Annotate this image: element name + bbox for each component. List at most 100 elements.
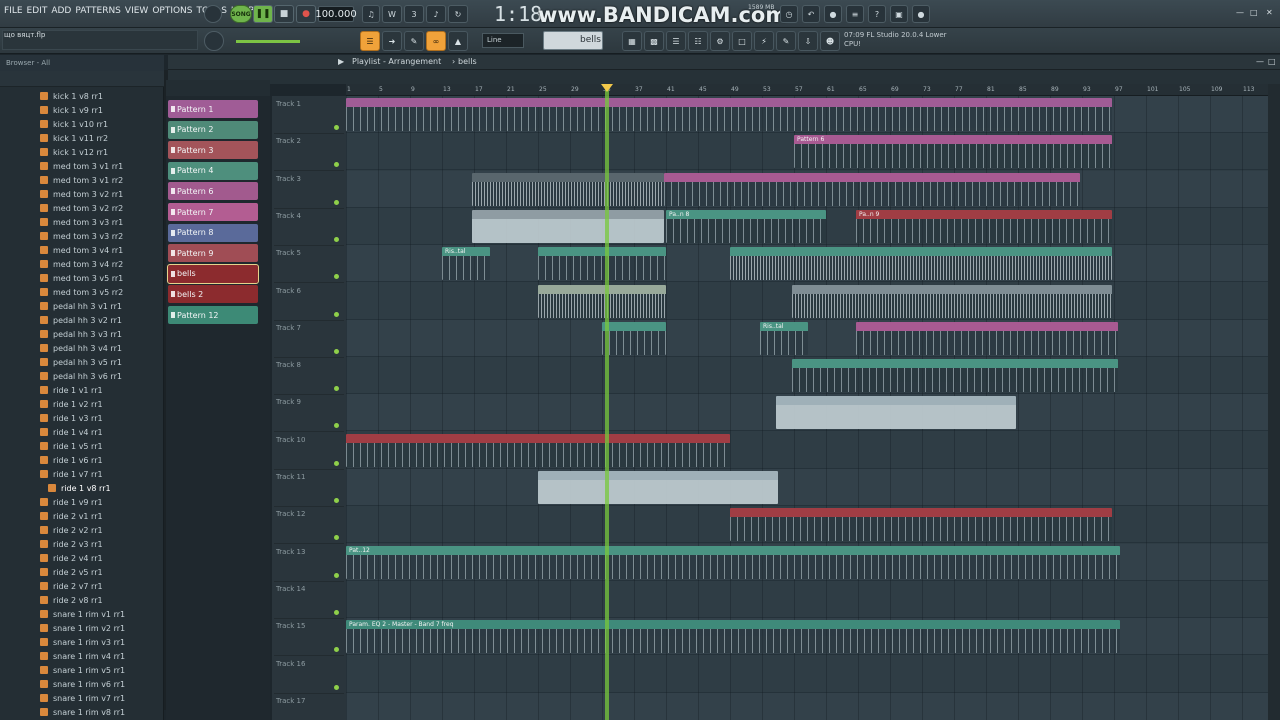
browser-file-item[interactable]: ride 1 v5 rr1: [0, 439, 160, 453]
playlist-clip[interactable]: [792, 359, 1118, 393]
minimize-icon[interactable]: —: [1236, 8, 1244, 17]
tempo-display[interactable]: 100.000: [315, 6, 357, 22]
browser-file-item[interactable]: pedal hh 3 v1 rr1: [0, 299, 160, 313]
playlist-maximize-icon[interactable]: □: [1268, 57, 1276, 66]
play-button[interactable]: ❚❚: [253, 5, 273, 23]
browser-file-item[interactable]: pedal hh 3 v3 rr1: [0, 327, 160, 341]
pattern-picker-item[interactable]: Pattern 8: [168, 223, 258, 242]
browser-file-item[interactable]: ride 1 v7 rr1: [0, 467, 160, 481]
browser-file-item[interactable]: ride 1 v1 rr1: [0, 383, 160, 397]
playlist-clip[interactable]: [792, 284, 1112, 318]
timeline-ruler[interactable]: 1591317212529333741454953576165697377818…: [346, 84, 1268, 96]
track-enable-led-icon[interactable]: [334, 498, 339, 503]
track-lane[interactable]: [346, 656, 1268, 693]
playlist-clip[interactable]: [346, 98, 1112, 131]
pattern-picker-item[interactable]: Pattern 3: [168, 141, 258, 160]
menu-edit[interactable]: EDIT: [27, 6, 48, 16]
browser-file-item[interactable]: med tom 3 v3 rr1: [0, 215, 160, 229]
pattern-picker-item[interactable]: Pattern 2: [168, 120, 258, 139]
playlist-clip[interactable]: [664, 172, 1080, 206]
plug-icon[interactable]: ⚡: [754, 31, 774, 51]
menu-view[interactable]: VIEW: [125, 6, 148, 16]
browser-file-item[interactable]: snare 1 rim v4 rr1: [0, 649, 160, 663]
playlist-icon[interactable]: ☰: [360, 31, 380, 51]
track-enable-led-icon[interactable]: [334, 236, 339, 242]
loop-record-icon[interactable]: ↻: [448, 5, 468, 23]
project-icon[interactable]: □: [732, 31, 752, 51]
link-icon[interactable]: ∞: [426, 31, 446, 51]
playlist-clip[interactable]: [730, 247, 1112, 281]
playlist-clip[interactable]: Pattern 6: [794, 135, 1112, 169]
browser-file-item[interactable]: med tom 3 v3 rr2: [0, 229, 160, 243]
browser-file-item[interactable]: ride 2 v3 rr1: [0, 537, 160, 551]
browser-file-item[interactable]: kick 1 v12 rr1: [0, 145, 160, 159]
track-enable-led-icon[interactable]: [334, 348, 339, 354]
menu-file[interactable]: FILE: [4, 6, 23, 16]
playlist-clip[interactable]: Pa..n 8: [666, 209, 826, 243]
playlist-clip[interactable]: [538, 284, 666, 318]
playlist-clip[interactable]: [346, 433, 730, 467]
wait-input-icon[interactable]: W: [382, 5, 402, 23]
countdown-icon[interactable]: 3: [404, 5, 424, 23]
track-name[interactable]: Track 17: [274, 694, 344, 720]
master-volume-slider[interactable]: [236, 40, 300, 43]
browser-file-item[interactable]: ride 2 v5 rr1: [0, 565, 160, 579]
pattern-picker-item[interactable]: bells 2: [168, 285, 258, 304]
pattern-picker-item[interactable]: Pattern 7: [168, 203, 258, 221]
browser-file-item[interactable]: ride 1 v4 rr1: [0, 425, 160, 439]
browser-file-item[interactable]: med tom 3 v1 rr2: [0, 173, 160, 187]
browser-file-item[interactable]: kick 1 v11 rr2: [0, 131, 160, 145]
piano-roll-icon[interactable]: ▩: [644, 31, 664, 51]
pattern-selector[interactable]: bells: [543, 31, 603, 50]
mixer-icon[interactable]: ≡: [846, 5, 864, 23]
metronome-icon[interactable]: ♫: [362, 5, 380, 23]
browser-file-item[interactable]: pedal hh 3 v5 rr1: [0, 355, 160, 369]
undo-icon[interactable]: ↶: [802, 5, 820, 23]
track-enable-led-icon[interactable]: [334, 311, 339, 317]
menu-options[interactable]: OPTIONS: [152, 6, 192, 16]
browser-file-item[interactable]: pedal hh 3 v6 rr1: [0, 369, 160, 383]
browser-file-item[interactable]: med tom 3 v2 rr2: [0, 201, 160, 215]
browser-file-item[interactable]: snare 1 rim v1 rr1: [0, 607, 160, 621]
browser-file-item[interactable]: pedal hh 3 v2 rr1: [0, 313, 160, 327]
save-icon[interactable]: ▣: [890, 5, 908, 23]
browser-icon[interactable]: ☰: [666, 31, 686, 51]
browser-file-item[interactable]: med tom 3 v5 rr1: [0, 271, 160, 285]
cpu-meter-icon[interactable]: ◷: [780, 5, 798, 23]
pattern-picker-item[interactable]: Pattern 4: [168, 161, 258, 180]
channel-rack-icon[interactable]: ▦: [622, 31, 642, 51]
browser-file-item[interactable]: snare 1 rim v8 rr1: [0, 705, 160, 719]
track-enable-led-icon[interactable]: [334, 460, 339, 466]
playlist-clip[interactable]: [856, 321, 1118, 355]
browser-file-item[interactable]: ride 1 v9 rr1: [0, 495, 160, 509]
browser-file-item[interactable]: snare 1 rim v3 rr1: [0, 635, 160, 649]
menu-add[interactable]: ADD: [51, 6, 71, 16]
browser-file-item[interactable]: pedal hh 3 v4 rr1: [0, 341, 160, 355]
browser-file-item[interactable]: ride 1 v6 rr1: [0, 453, 160, 467]
track-enable-led-icon[interactable]: [334, 199, 339, 205]
master-pitch-knob-icon[interactable]: [204, 31, 224, 51]
browser-file-item[interactable]: med tom 3 v2 rr1: [0, 187, 160, 201]
browser-file-item[interactable]: ride 2 v4 rr1: [0, 551, 160, 565]
browser-file-item[interactable]: snare 1 rim v5 rr1: [0, 663, 160, 677]
arrangement-grid[interactable]: Pattern 6 Pa..n 8 Pa..n 9 Ris..tal Ris..tal P…: [346, 96, 1268, 720]
browser-file-item[interactable]: ride 1 v3 rr1: [0, 411, 160, 425]
playlist-clip[interactable]: [776, 396, 1016, 430]
help-icon[interactable]: ?: [868, 5, 886, 23]
pattern-picker-item[interactable]: bells: [167, 263, 259, 284]
pattern-picker-item[interactable]: Pattern 9: [168, 244, 258, 263]
browser-file-item[interactable]: med tom 3 v5 rr2: [0, 285, 160, 299]
browser-file-item[interactable]: kick 1 v10 rr1: [0, 117, 160, 131]
playlist-scrollbar[interactable]: [1268, 84, 1280, 720]
browser-file-item[interactable]: snare 1 rim v6 rr1: [0, 677, 160, 691]
browser-file-item[interactable]: ride 1 v8 rr1: [0, 481, 160, 495]
playlist-clip[interactable]: Pa..n 9: [856, 209, 1112, 243]
step-edit-icon[interactable]: ♪: [426, 5, 446, 23]
close-icon[interactable]: ✕: [1266, 8, 1273, 17]
track-enable-led-icon[interactable]: [334, 572, 339, 578]
maximize-icon[interactable]: □: [1250, 8, 1258, 17]
playlist-clip[interactable]: [472, 172, 664, 206]
stamp-icon[interactable]: ▲: [448, 31, 468, 51]
track-enable-led-icon[interactable]: [334, 125, 339, 130]
download-icon[interactable]: ⇩: [798, 31, 818, 51]
